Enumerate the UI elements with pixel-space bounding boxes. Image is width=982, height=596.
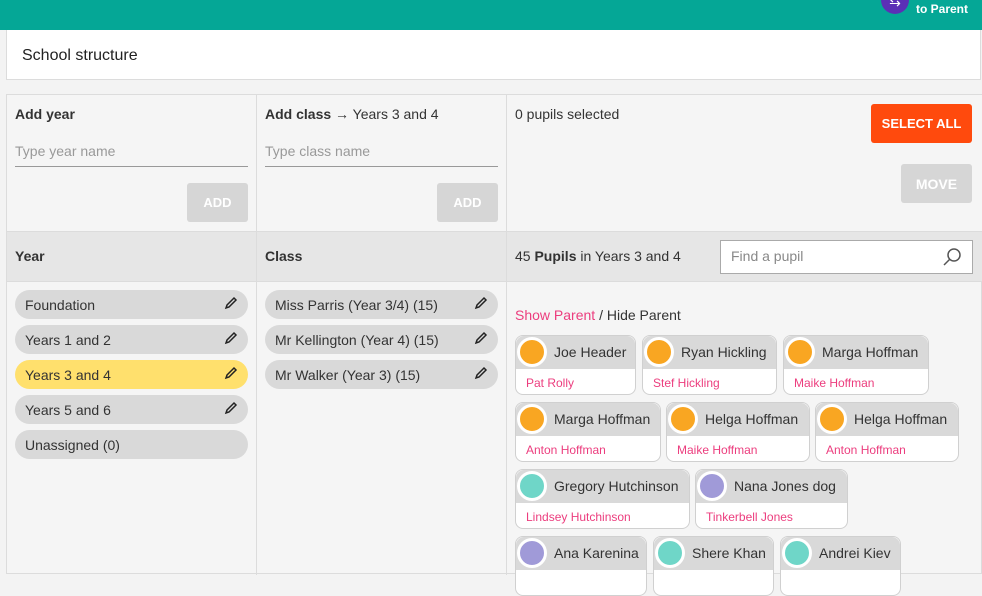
pencil-icon[interactable] [474,331,488,345]
class-item-mr-walker[interactable]: Mr Walker (Year 3) (15) [265,360,498,389]
year-item-years-3-4[interactable]: Years 3 and 4 [15,360,248,389]
add-class-form: Add class → Years 3 and 4 ADD [257,95,506,231]
search-icon[interactable] [942,247,962,267]
page-title-bar: School structure [6,30,981,80]
avatar-icon [668,404,698,434]
pupil-card[interactable]: Ana Karenina [515,536,647,596]
avatar-icon [782,538,812,568]
avatar-icon [655,538,685,568]
class-header-label: Class [265,248,303,264]
year-list: Foundation Years 1 and 2 Years 3 and 4 Y… [15,290,248,465]
year-item-unassigned[interactable]: Unassigned (0) [15,430,248,459]
year-column: Add year ADD Year Foundation Years 1 and… [7,95,257,575]
class-name-input[interactable] [265,135,498,167]
avatar-icon [517,471,547,501]
pupil-card[interactable]: Gregory Hutchinson Lindsey Hutchinson [515,469,690,529]
add-class-button[interactable]: ADD [437,183,498,222]
year-item-years-5-6[interactable]: Years 5 and 6 [15,395,248,424]
avatar-icon [517,337,547,367]
class-item-mr-kellington[interactable]: Mr Kellington (Year 4) (15) [265,325,498,354]
avatar-icon [517,538,547,568]
pupil-card[interactable]: Nana Jones dog Tinkerbell Jones [695,469,848,529]
year-header-label: Year [15,248,45,264]
switch-to-parent-link[interactable]: to Parent [916,2,968,16]
add-year-title: Add year [15,106,75,122]
year-header: Year [7,231,256,282]
pencil-icon[interactable] [474,366,488,380]
class-item-miss-parris[interactable]: Miss Parris (Year 3/4) (15) [265,290,498,319]
pencil-icon[interactable] [224,331,238,345]
add-year-form: Add year ADD [7,95,256,231]
pupil-count: 45 Pupils in Years 3 and 4 [515,248,681,264]
avatar-icon [644,337,674,367]
pupil-card[interactable]: Andrei Kiev [780,536,901,596]
move-button[interactable]: MOVE [901,164,972,203]
pupil-card[interactable]: Ryan Hickling Stef Hickling [642,335,777,395]
pupil-search-input[interactable] [731,248,931,264]
pencil-icon[interactable] [474,296,488,310]
pupil-search[interactable] [720,240,973,274]
arrow-right-icon: → [335,106,350,122]
selected-count: 0 pupils selected [515,106,620,122]
pupil-card[interactable]: Joe Header Pat Rolly [515,335,636,395]
hide-parent-link[interactable]: Hide Parent [607,307,681,323]
year-item-foundation[interactable]: Foundation [15,290,248,319]
year-item-years-1-2[interactable]: Years 1 and 2 [15,325,248,354]
pencil-icon[interactable] [224,366,238,380]
pupils-header: 45 Pupils in Years 3 and 4 [507,231,982,282]
class-list: Miss Parris (Year 3/4) (15) Mr Kellingto… [265,290,498,395]
pupil-card[interactable]: Helga Hoffman Anton Hoffman [815,402,959,462]
pupil-card[interactable]: Helga Hoffman Maike Hoffman [666,402,810,462]
pencil-icon[interactable] [224,401,238,415]
show-parent-link[interactable]: Show Parent [515,307,595,323]
selection-area: 0 pupils selected SELECT ALL MOVE [507,95,982,231]
class-column: Add class → Years 3 and 4 ADD Class Miss… [257,95,507,575]
pupil-card[interactable]: Marga Hoffman Maike Hoffman [783,335,929,395]
avatar-icon [517,404,547,434]
pencil-icon[interactable] [224,296,238,310]
avatar-icon [785,337,815,367]
avatar-icon [817,404,847,434]
pupil-card[interactable]: Marga Hoffman Anton Hoffman [515,402,661,462]
select-all-button[interactable]: SELECT ALL [871,104,972,143]
switch-user-icon[interactable]: ⇆ [881,0,909,14]
page-title: School structure [22,47,138,64]
add-year-button[interactable]: ADD [187,183,248,222]
add-class-title: Add class → Years 3 and 4 [265,106,439,122]
class-header: Class [257,231,506,282]
school-structure-panel: Add year ADD Year Foundation Years 1 and… [6,94,982,596]
avatar-icon [697,471,727,501]
year-name-input[interactable] [15,135,248,167]
pupils-column: 0 pupils selected SELECT ALL MOVE 45 Pup… [507,95,982,596]
top-bar: ⇆ to Parent [0,0,982,30]
pupil-card[interactable]: Shere Khan [653,536,774,596]
parent-toggle: Show Parent / Hide Parent [515,307,681,323]
